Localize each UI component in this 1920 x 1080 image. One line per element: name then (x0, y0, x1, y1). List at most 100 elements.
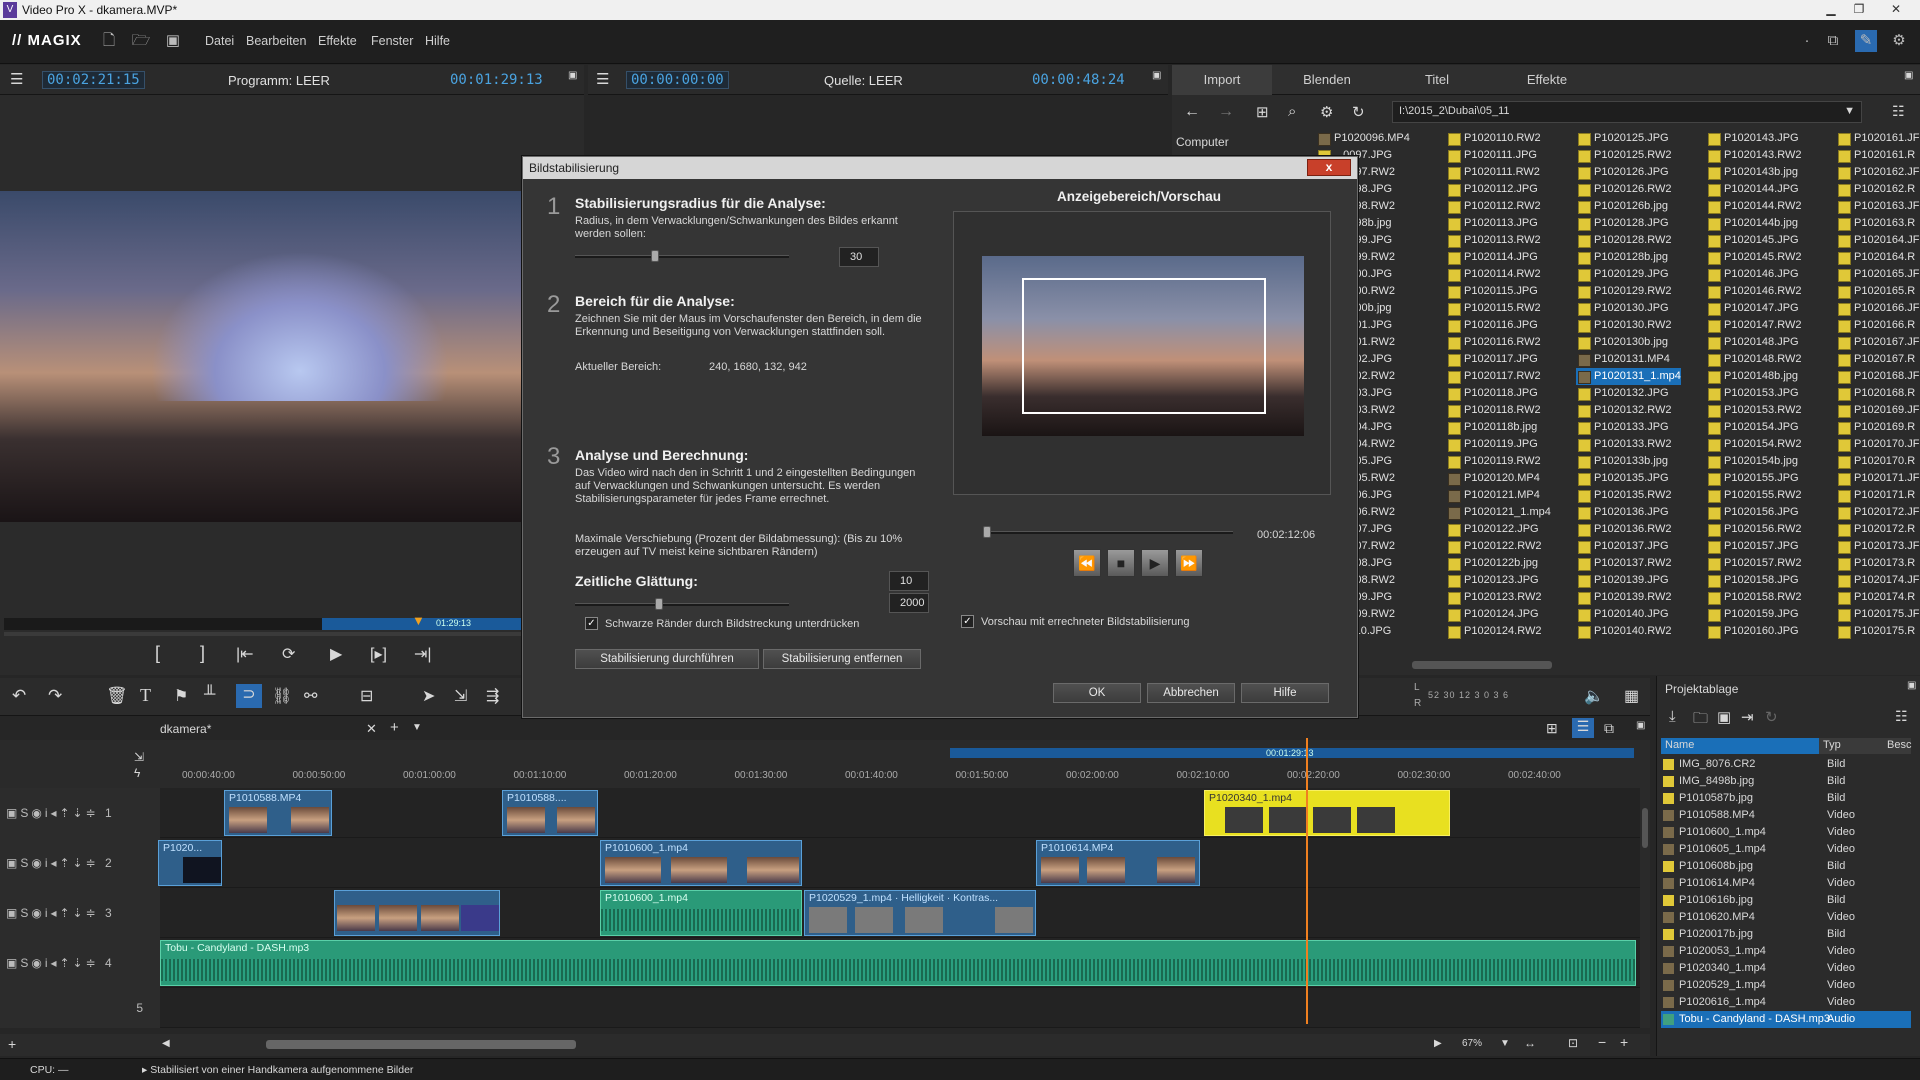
file-item[interactable]: P1020148.RW2 (1706, 351, 1801, 368)
loop-mode-icon[interactable]: ⊃ (236, 684, 262, 708)
menu-fenster[interactable]: Fenster (371, 34, 413, 48)
bin-row[interactable]: P1020340_1.mp4 Video (1661, 960, 1911, 977)
file-item[interactable]: P1020096.MP4 (1316, 130, 1410, 147)
go-end-icon[interactable]: ⇥| (414, 644, 432, 664)
loop-icon[interactable]: ⟳ (282, 644, 295, 664)
file-item[interactable]: P1020130.JPG (1576, 300, 1681, 317)
help-button[interactable]: Hilfe (1241, 683, 1329, 703)
tab-effekte[interactable]: Effekte (1492, 65, 1602, 95)
multicam-icon[interactable]: ⧉ (1604, 720, 1614, 737)
back-arrow-icon[interactable]: ← (1184, 103, 1200, 121)
file-item[interactable]: P1020172.JF (1836, 504, 1919, 521)
file-item[interactable]: P1020121_1.mp4 (1446, 504, 1551, 521)
bin-row[interactable]: P1010600_1.mp4 Video (1661, 824, 1911, 841)
timeline-hscrollbar[interactable] (266, 1040, 576, 1049)
file-item[interactable]: P1020122.RW2 (1446, 538, 1551, 555)
timeline-ruler[interactable]: 00:01:29:13 ⇲ ϟ 00:00:40:00 00:00:50:00 00… (0, 740, 1650, 788)
text-icon[interactable]: T (140, 685, 151, 706)
file-item[interactable]: P1020125.RW2 (1576, 147, 1681, 164)
remove-stabilization-button[interactable]: Stabilisierung entfernen (763, 649, 921, 669)
file-item[interactable]: P1020165.JF (1836, 266, 1919, 283)
file-item[interactable]: P1020158.JPG (1706, 572, 1801, 589)
clip-p1020340[interactable]: P1020340_1.mp4 (1204, 790, 1450, 836)
file-item[interactable]: P1020137.JPG (1576, 538, 1681, 555)
file-item[interactable]: P1020146.RW2 (1706, 283, 1801, 300)
file-item[interactable]: P1020154.RW2 (1706, 436, 1801, 453)
smoothing-value[interactable]: 2000 (889, 593, 929, 613)
file-item[interactable]: P1020143.RW2 (1706, 147, 1801, 164)
file-item[interactable]: P1020161.R (1836, 147, 1919, 164)
file-item[interactable]: P1020116.RW2 (1446, 334, 1551, 351)
mark-in-icon[interactable]: [ (155, 643, 160, 664)
gear-icon[interactable]: ⚙ (1888, 30, 1910, 52)
save-icon[interactable]: ▣ (162, 30, 184, 52)
file-item[interactable]: P1020118.RW2 (1446, 402, 1551, 419)
file-item[interactable]: P1020111.RW2 (1446, 164, 1551, 181)
bin-row[interactable]: IMG_8076.CR2 Bild (1661, 756, 1911, 773)
clip-p1010600-track3[interactable]: P1010600_1.mp4 (600, 890, 802, 936)
speaker-icon[interactable]: 🔈 (1584, 686, 1604, 706)
file-item[interactable]: P1020164.R (1836, 249, 1919, 266)
analysis-area-rect[interactable] (1022, 278, 1266, 414)
search-icon[interactable]: ⌕ (1288, 103, 1296, 120)
file-item[interactable]: P1020112.RW2 (1446, 198, 1551, 215)
file-item[interactable]: P1020139.RW2 (1576, 589, 1681, 606)
track-header-3[interactable]: ▣S◉i◂⇡⇣≑ 3 (0, 888, 160, 938)
bin-row[interactable]: P1020017b.jpg Bild (1661, 926, 1911, 943)
play-range-icon[interactable]: [▸] (370, 644, 387, 664)
tab-import[interactable]: Import (1172, 65, 1272, 95)
pointer-icon[interactable]: ➤ (422, 686, 435, 706)
file-item[interactable]: P1020129.JPG (1576, 266, 1681, 283)
file-item[interactable]: P1020144.RW2 (1706, 198, 1801, 215)
fast-forward-button[interactable]: ⏩ (1175, 549, 1203, 577)
clip-p1020-short[interactable]: P1020... (158, 840, 222, 886)
file-item[interactable]: P1020117.JPG (1446, 351, 1551, 368)
preview-position-slider[interactable] (983, 526, 1233, 538)
redo-icon[interactable]: ↷ (48, 686, 62, 706)
open-folder-icon[interactable]: 🗁 (130, 30, 152, 52)
file-item[interactable]: P1020161.JF (1836, 130, 1919, 147)
file-item[interactable]: P1020148b.jpg (1706, 368, 1801, 385)
file-item[interactable]: P1020130.RW2 (1576, 317, 1681, 334)
file-item[interactable]: P1020143.JPG (1706, 130, 1801, 147)
menu-datei[interactable]: Datei (205, 34, 234, 48)
preview-stabilized-checkbox[interactable]: ✓ (961, 615, 974, 628)
unlink-icon[interactable]: ⚯ (304, 686, 317, 706)
go-start-icon[interactable]: |⇤ (236, 644, 254, 664)
smoothing-slider-knob[interactable] (655, 598, 663, 610)
radius-value[interactable]: 30 (839, 247, 879, 267)
file-item[interactable]: P1020174.JF (1836, 572, 1919, 589)
file-item[interactable]: P1020126b.jpg (1576, 198, 1681, 215)
file-item[interactable]: P1020122.JPG (1446, 521, 1551, 538)
file-item[interactable]: P1020147.JPG (1706, 300, 1801, 317)
file-item[interactable]: P1020140.JPG (1576, 606, 1681, 623)
tab-titel[interactable]: Titel (1382, 65, 1492, 95)
bin-row[interactable]: P1010588.MP4 Video (1661, 807, 1911, 824)
menu-effekte[interactable]: Effekte (318, 34, 357, 48)
fit-width-icon[interactable]: ↔ (1524, 1036, 1536, 1050)
tab-dropdown-icon[interactable]: ▼ (412, 722, 422, 733)
file-item[interactable]: P1020113.JPG (1446, 215, 1551, 232)
bin-row[interactable]: Tobu - Candyland - DASH.mp3 Audio (1661, 1011, 1911, 1028)
file-item[interactable]: P1020173.R (1836, 555, 1919, 572)
file-item[interactable]: P1020162.R (1836, 181, 1919, 198)
file-item[interactable]: P1020124.JPG (1446, 606, 1551, 623)
scroll-left-icon[interactable]: ◀ (162, 1038, 170, 1049)
file-item[interactable]: P1020171.JF (1836, 470, 1919, 487)
file-item[interactable]: P1020128.RW2 (1576, 232, 1681, 249)
play-button[interactable]: ▶ (1141, 549, 1169, 577)
file-item[interactable]: P1020168.R (1836, 385, 1919, 402)
file-item[interactable]: P1020166.R (1836, 317, 1919, 334)
refresh-bin-icon[interactable]: ↻ (1765, 708, 1778, 726)
track-header-1[interactable]: ▣S◉i◂⇡⇣≑ 1 (0, 788, 160, 838)
multi-tool-icon[interactable]: ⇶ (486, 686, 499, 706)
settings-icon[interactable]: ⚙ (1320, 103, 1333, 121)
new-file-icon[interactable]: 🗋 (98, 30, 120, 52)
screen-icon[interactable]: ⧉ (1822, 30, 1844, 52)
wand-icon[interactable]: ✎ (1855, 30, 1877, 52)
file-item[interactable]: P1020169.JF (1836, 402, 1919, 419)
dot-icon[interactable]: · (1796, 30, 1818, 52)
col-name-header[interactable]: Name (1661, 738, 1819, 754)
project-tab[interactable]: dkamera* (160, 722, 211, 736)
scroll-right-icon[interactable]: ▶ (1434, 1038, 1442, 1049)
